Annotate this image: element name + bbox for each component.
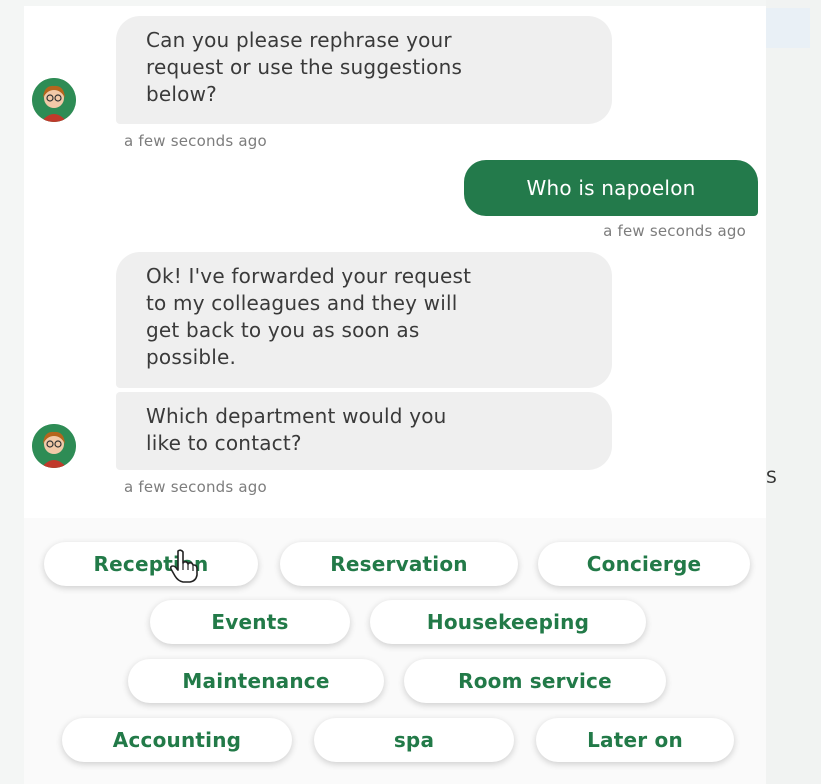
quick-reply-spa[interactable]: spa bbox=[314, 718, 514, 762]
quick-reply-accounting[interactable]: Accounting bbox=[62, 718, 292, 762]
background-edge-text: S bbox=[766, 468, 777, 488]
user-message-text: Who is napoelon bbox=[526, 176, 696, 200]
quick-reply-reservation[interactable]: Reservation bbox=[280, 542, 518, 586]
user-message-bubble: Who is napoelon bbox=[464, 160, 758, 216]
quick-reply-reception[interactable]: Reception bbox=[44, 542, 258, 586]
quick-replies: Reception Reservation Concierge Events H… bbox=[24, 518, 766, 784]
quick-reply-maintenance[interactable]: Maintenance bbox=[128, 659, 384, 703]
quick-reply-events[interactable]: Events bbox=[150, 600, 350, 644]
message-line: request or use the suggestions bbox=[146, 55, 463, 79]
message-list[interactable]: Can you please rephrase your request or … bbox=[24, 6, 766, 518]
background-page: S bbox=[766, 0, 821, 784]
message-timestamp: a few seconds ago bbox=[603, 222, 746, 240]
quick-reply-later-on[interactable]: Later on bbox=[536, 718, 734, 762]
message-line: Which department would you bbox=[146, 404, 447, 428]
bot-avatar-icon bbox=[32, 424, 76, 468]
message-line: to my colleagues and they will bbox=[146, 291, 458, 315]
hand-pointer-icon bbox=[169, 549, 198, 583]
background-header-block bbox=[766, 8, 810, 48]
message-line: possible. bbox=[146, 345, 237, 369]
quick-reply-housekeeping[interactable]: Housekeeping bbox=[370, 600, 646, 644]
quick-reply-room-service[interactable]: Room service bbox=[404, 659, 666, 703]
bot-message-bubble: Can you please rephrase your request or … bbox=[116, 16, 612, 124]
message-line: get back to you as soon as bbox=[146, 318, 420, 342]
message-line: below? bbox=[146, 82, 217, 106]
quick-reply-concierge[interactable]: Concierge bbox=[538, 542, 750, 586]
message-line: Ok! I've forwarded your request bbox=[146, 264, 472, 288]
message-timestamp: a few seconds ago bbox=[124, 132, 267, 150]
message-line: Can you please rephrase your bbox=[146, 28, 452, 52]
message-timestamp: a few seconds ago bbox=[124, 478, 267, 496]
bot-message-bubble: Which department would you like to conta… bbox=[116, 392, 612, 470]
message-line: like to contact? bbox=[146, 431, 302, 455]
chat-widget: Can you please rephrase your request or … bbox=[24, 6, 766, 784]
bot-avatar-icon bbox=[32, 78, 76, 122]
bot-message-bubble: Ok! I've forwarded your request to my co… bbox=[116, 252, 612, 388]
